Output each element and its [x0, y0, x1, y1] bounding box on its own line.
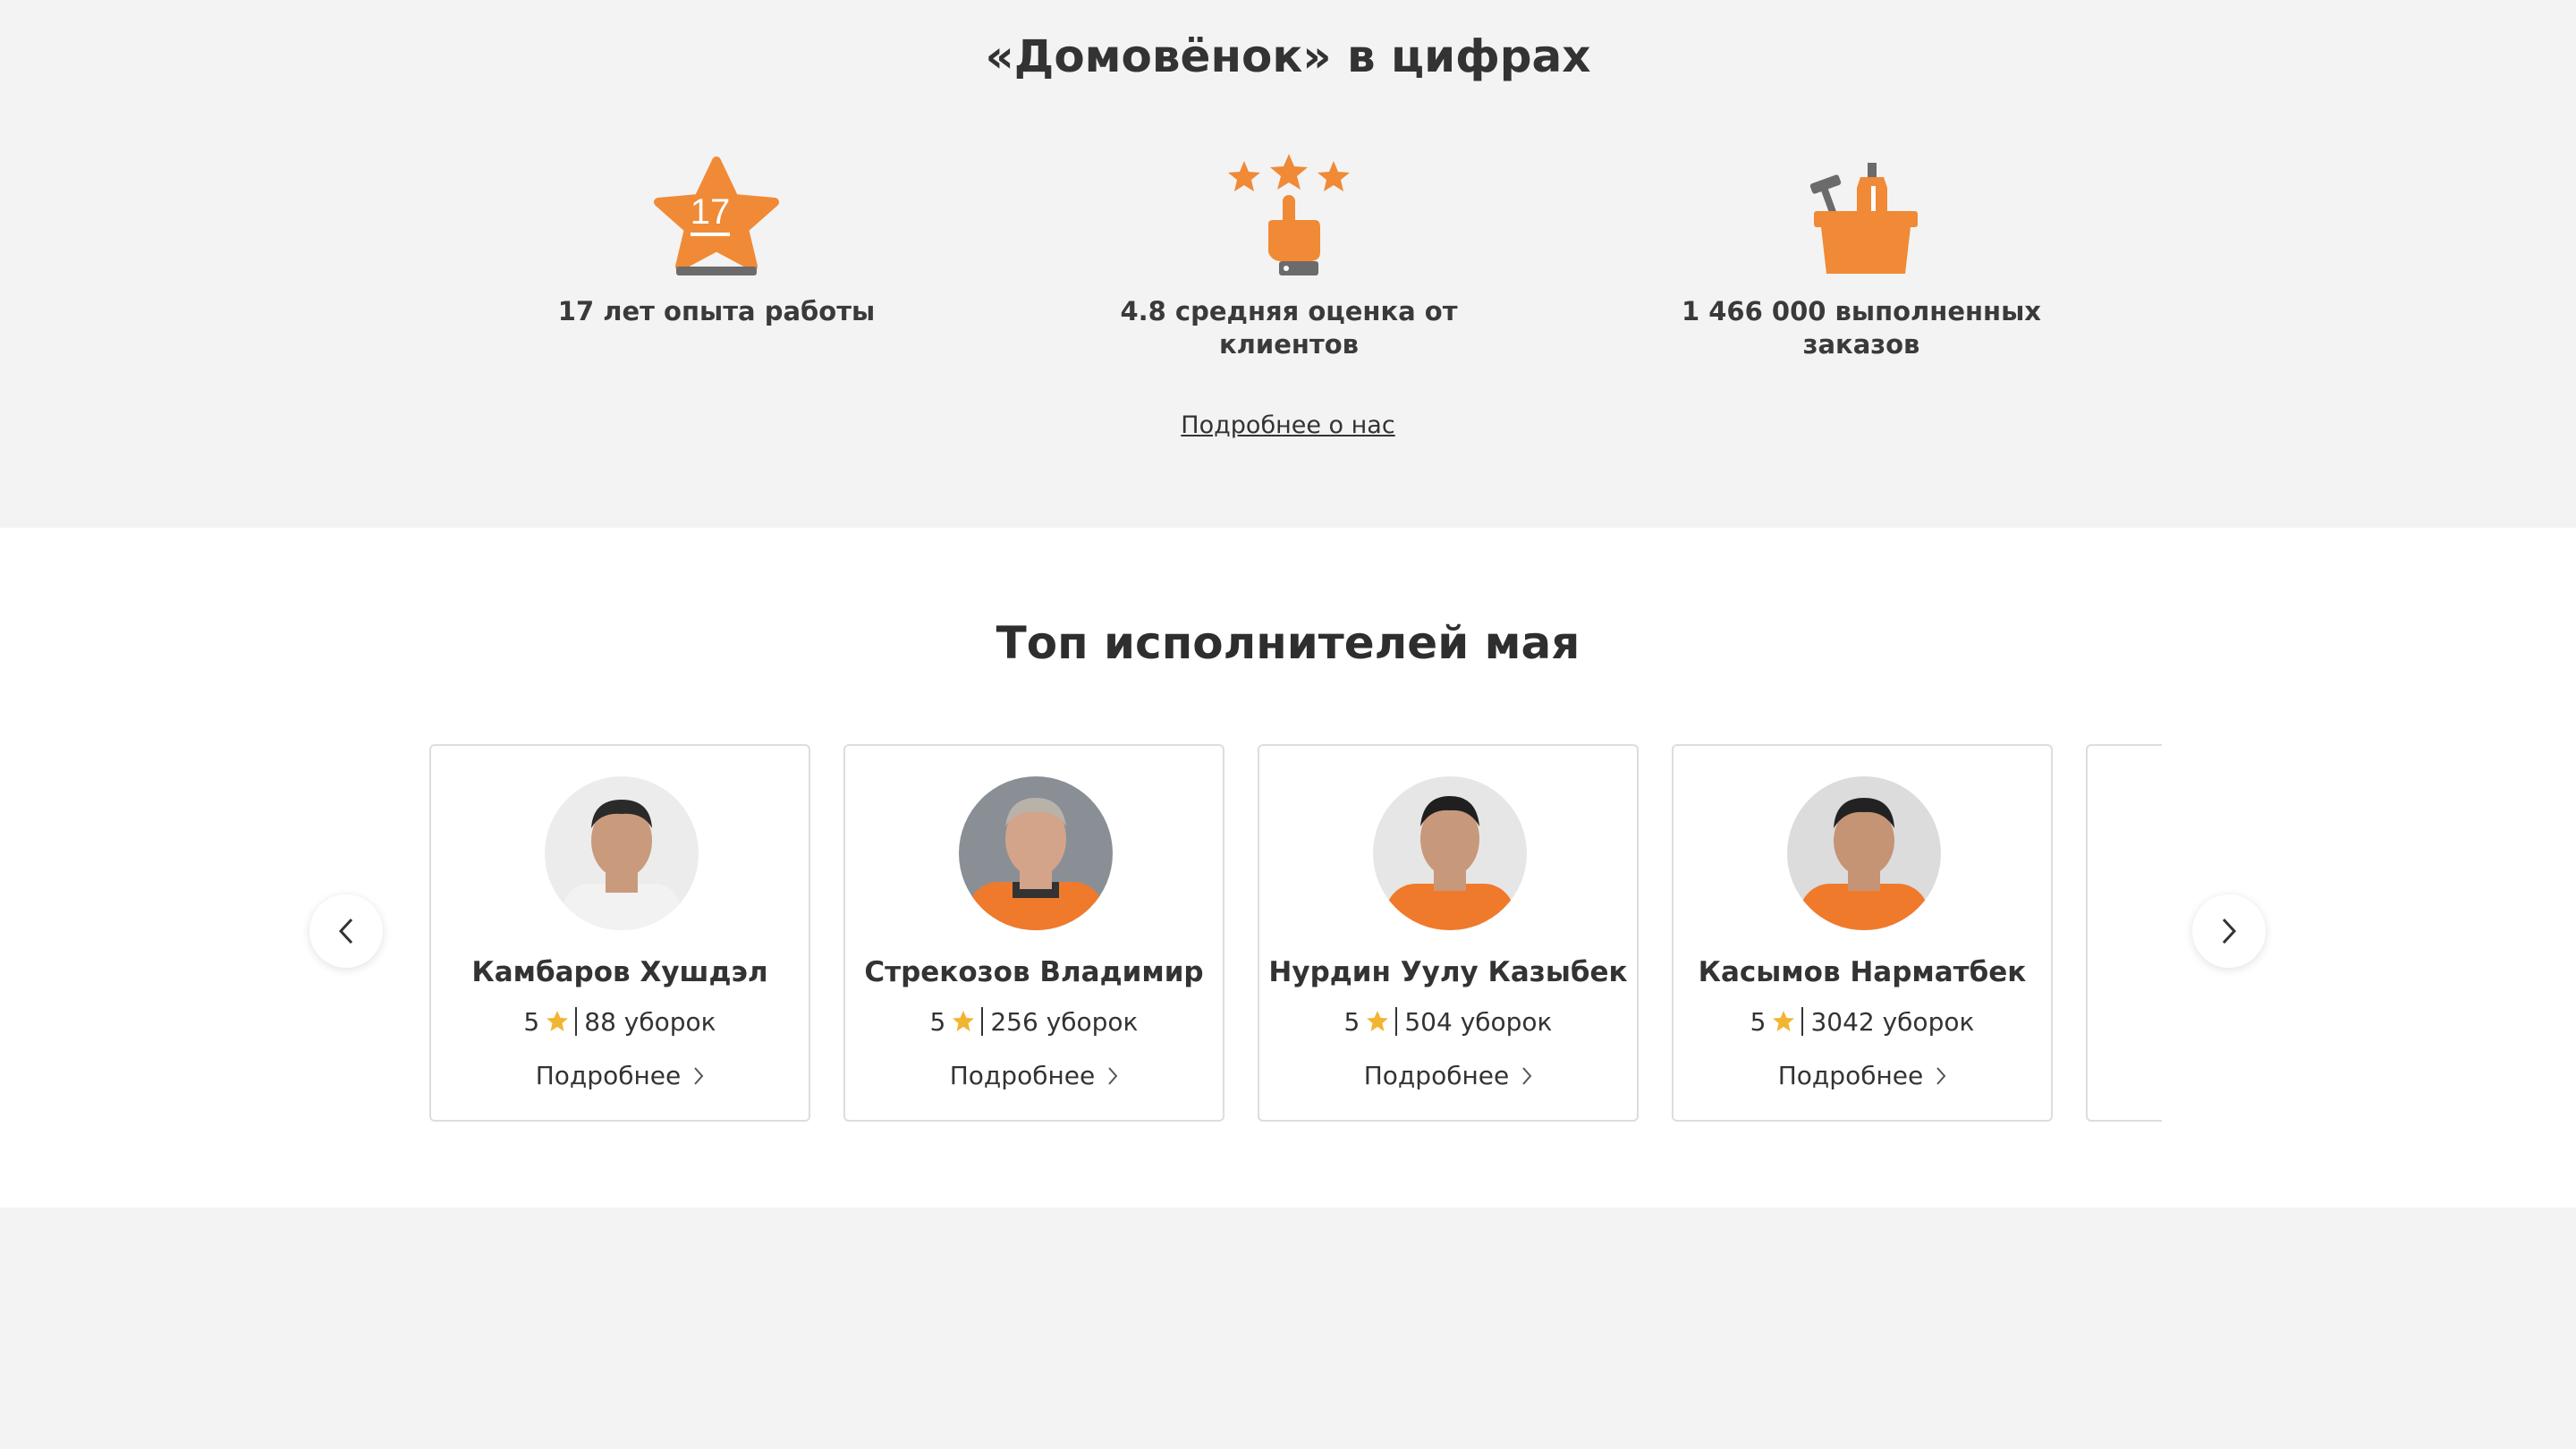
cleaning-basket-icon [1809, 163, 1918, 274]
divider [981, 1007, 984, 1036]
badge-number: 17 [691, 192, 731, 232]
carousel-next-button[interactable] [2192, 894, 2266, 968]
stat-label-orders: 1 466 000 выполненных заказов [1681, 296, 2042, 360]
avatar [1373, 776, 1527, 930]
stats-section: «Домовёнок» в цифрах 17 17 лет опыта раб… [0, 0, 2576, 528]
chevron-right-icon [2222, 918, 2237, 945]
rating-value: 5 [1750, 1007, 1767, 1037]
performer-name: Нурдин Уулу Казыбек [1268, 956, 1628, 988]
more-link[interactable]: Подробнее [1674, 1061, 2051, 1090]
chevron-right-icon [1936, 1067, 1946, 1085]
performer-name: Стрекозов Владимир [864, 956, 1204, 988]
divider [575, 1007, 578, 1036]
stat-label-rating: 4.8 средняя оценка от клиентов [1120, 296, 1458, 360]
performer-card[interactable]: Стрекозов Владимир 5 256 уборок Подробнее [843, 744, 1224, 1122]
performer-rating: 5 88 уборок [431, 1007, 809, 1037]
more-link[interactable]: Подробнее [845, 1061, 1223, 1090]
chevron-right-icon [1522, 1067, 1532, 1085]
rating-value: 5 [523, 1007, 540, 1037]
stat-experience: 17 17 лет опыта работы [484, 152, 949, 328]
stat-orders: 1 466 000 выполненных заказов [1629, 152, 2094, 361]
cleanings-count: 88 уборок [584, 1007, 716, 1037]
stat-rating: 4.8 средняя оценка от клиентов [1056, 152, 1521, 361]
divider [1395, 1007, 1398, 1036]
performer-name: Камбаров Хушдэл [471, 956, 768, 988]
top-performers-section: Топ исполнителей мая Камбаров Хушдэл 5 88… [0, 528, 2576, 1208]
star-badge-icon: 17 [654, 157, 779, 275]
more-label: Подробнее [1777, 1061, 1924, 1090]
performer-card-partial[interactable] [2086, 744, 2162, 1122]
avatar [959, 776, 1113, 930]
performer-card[interactable]: Нурдин Уулу Казыбек 5 504 уборок Подробне… [1258, 744, 1639, 1122]
cleanings-count: 256 уборок [990, 1007, 1139, 1037]
avatar [1787, 776, 1941, 930]
cleanings-count: 504 уборок [1404, 1007, 1553, 1037]
performers-carousel: Камбаров Хушдэл 5 88 уборок Подробнее Стр… [429, 744, 2162, 1138]
rating-value: 5 [929, 1007, 946, 1037]
chevron-left-icon [338, 918, 353, 945]
performer-card[interactable]: Касымов Нарматбек 5 3042 уборок Подробнее [1672, 744, 2053, 1122]
carousel-prev-button[interactable] [309, 894, 383, 968]
more-label: Подробнее [1363, 1061, 1510, 1090]
footer-area [0, 1208, 2576, 1449]
more-link[interactable]: Подробнее [431, 1061, 809, 1090]
performer-card[interactable]: Камбаров Хушдэл 5 88 уборок Подробнее [429, 744, 810, 1122]
performer-rating: 5 3042 уборок [1674, 1007, 2051, 1037]
chevron-right-icon [1108, 1067, 1118, 1085]
cleanings-count: 3042 уборок [1810, 1007, 1975, 1037]
more-label: Подробнее [949, 1061, 1096, 1090]
more-link[interactable]: Подробнее [1259, 1061, 1637, 1090]
performer-rating: 5 256 уборок [845, 1007, 1223, 1037]
stat-label-experience: 17 лет опыта работы [557, 296, 876, 326]
chevron-right-icon [694, 1067, 704, 1085]
rating-stars-hand-icon [1228, 154, 1350, 275]
star-icon [547, 1011, 569, 1031]
rating-value: 5 [1343, 1007, 1360, 1037]
performer-rating: 5 504 уборок [1259, 1007, 1637, 1037]
star-icon [1773, 1011, 1795, 1031]
stats-title: «Домовёнок» в цифрах [985, 30, 1591, 82]
top-performers-title: Топ исполнителей мая [996, 617, 1580, 669]
star-icon [1367, 1011, 1389, 1031]
performer-name: Касымов Нарматбек [1698, 956, 2027, 988]
avatar [545, 776, 699, 930]
more-label: Подробнее [535, 1061, 682, 1090]
star-icon [953, 1011, 975, 1031]
about-us-link[interactable]: Подробнее о нас [0, 411, 2576, 439]
divider [1801, 1007, 1804, 1036]
